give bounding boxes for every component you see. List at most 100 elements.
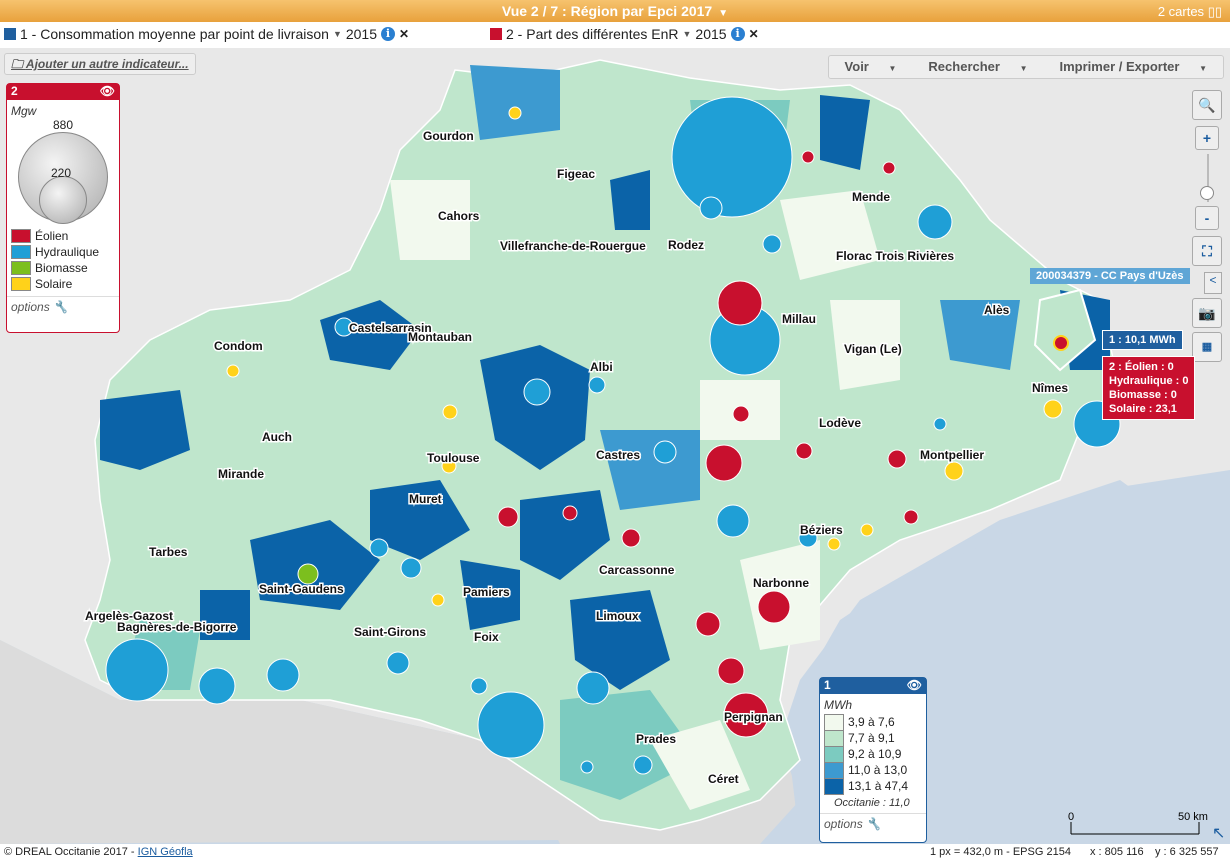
legend-class: 9,2 à 10,9 — [824, 745, 926, 763]
city-label: Cahors — [438, 209, 480, 223]
city-label: Prades — [636, 732, 676, 746]
city-label: Muret — [409, 492, 442, 506]
wrench-icon: 🔧 — [53, 300, 68, 314]
city-label: Montauban — [408, 330, 472, 344]
city-label: Saint-Gaudens — [259, 582, 344, 596]
swatch — [11, 277, 31, 291]
zoom-in-button[interactable]: + — [1195, 126, 1219, 150]
menu-rechercher[interactable]: Rechercher ▼ — [912, 56, 1043, 78]
legend-item: Solaire — [11, 276, 119, 292]
eye-icon[interactable]: 👁 — [100, 84, 115, 98]
y-coordinate: y : 6 325 557 — [1155, 846, 1219, 858]
city-label: Mirande — [218, 467, 264, 481]
view-selector[interactable]: Vue 2 / 7 : Région par Epci 2017 ▼ — [0, 3, 1230, 19]
chevron-down-icon[interactable]: ▼ — [718, 8, 728, 19]
ign-link[interactable]: IGN Géofla — [138, 846, 193, 858]
close-icon[interactable]: ✕ — [399, 27, 409, 41]
info-icon[interactable]: i — [730, 27, 745, 41]
city-label: Alès — [984, 303, 1010, 317]
legend-2-options[interactable]: options 🔧 — [7, 296, 119, 317]
indicator-2-year[interactable]: 2015 — [695, 26, 726, 42]
city-label: Vigan (Le) — [844, 342, 902, 356]
size-legend: 880 220 — [7, 118, 119, 228]
legend-class: 11,0 à 13,0 — [824, 761, 926, 779]
city-label: Auch — [262, 430, 292, 444]
city-label: Perpignan — [724, 710, 783, 724]
city-label: Limoux — [596, 609, 639, 623]
city-label: Castres — [596, 448, 640, 462]
fullscreen-icon[interactable]: ⛶ — [1192, 236, 1222, 266]
class-legend: 3,9 à 7,6 7,7 à 9,1 9,2 à 10,9 11,0 à 13… — [820, 713, 926, 795]
swatch — [11, 245, 31, 259]
city-label: Carcassonne — [599, 563, 675, 577]
legend-1-reference: Occitanie : 11,0 — [834, 797, 910, 809]
chevron-down-icon[interactable]: ▼ — [683, 29, 692, 39]
zoom-box-icon[interactable]: 🔍 — [1192, 90, 1222, 120]
legend-class: 3,9 à 7,6 — [824, 713, 926, 731]
city-label: Tarbes — [149, 545, 188, 559]
swatch — [11, 229, 31, 243]
menu-imprimer-exporter[interactable]: Imprimer / Exporter ▼ — [1044, 56, 1223, 78]
indicator-1[interactable]: 1 - Consommation moyenne par point de li… — [4, 26, 409, 42]
view-title-bar[interactable]: Vue 2 / 7 : Région par Epci 2017 ▼ 2 cart… — [0, 0, 1230, 22]
collapse-left-icon[interactable]: < — [1204, 272, 1222, 294]
city-label: Béziers — [800, 523, 843, 537]
swatch — [824, 777, 844, 795]
scale-zero: 0 — [1068, 811, 1074, 823]
legend-item: Hydraulique — [11, 244, 119, 260]
layers-icon[interactable]: ▦ — [1192, 332, 1222, 362]
cards-count[interactable]: 2 cartes ▯▯ — [1158, 4, 1222, 20]
size-low-label: 220 — [51, 166, 72, 180]
view-title: Vue 2 / 7 : Région par Epci 2017 — [501, 3, 713, 19]
map-canvas[interactable]: Gourdon Figeac Cahors Villefranche-de-Ro… — [0, 48, 1230, 844]
legend-item: Éolien — [11, 228, 119, 244]
x-coordinate: x : 805 116 — [1090, 846, 1144, 858]
city-label: Saint-Girons — [354, 625, 426, 639]
tooltip-indicator-2: 2 : Éolien : 0 Hydraulique : 0 Biomasse … — [1102, 356, 1196, 420]
indicator-bar: 1 - Consommation moyenne par point de li… — [0, 22, 1230, 49]
zoom-slider-handle[interactable] — [1200, 186, 1214, 200]
legend-class: 7,7 à 9,1 — [824, 729, 926, 747]
status-footer: © DREAL Occitanie 2017 - IGN Géofla 1 px… — [0, 844, 1230, 860]
city-label: Florac Trois Rivières — [836, 249, 954, 263]
swatch — [824, 745, 844, 763]
city-label: Lodève — [819, 416, 861, 430]
menu-voir[interactable]: Voir ▼ — [829, 56, 913, 78]
indicator-1-swatch — [4, 28, 16, 40]
add-indicator-button[interactable]: 🗀 Ajouter un autre indicateur... — [4, 53, 196, 75]
eye-icon[interactable]: 👁 — [907, 678, 922, 692]
city-label: Gourdon — [423, 129, 474, 143]
chevron-down-icon[interactable]: ▼ — [333, 29, 342, 39]
city-label: Albi — [590, 360, 613, 374]
size-circle-small — [39, 176, 87, 224]
epci-tooltip-title: 200034379 - CC Pays d'Uzès — [1030, 268, 1190, 284]
city-label: Villefranche-de-Rouergue — [500, 239, 646, 253]
legend-item: Biomasse — [11, 260, 119, 276]
zoom-out-button[interactable]: - — [1195, 206, 1219, 230]
legend-1-unit: MWh — [824, 698, 852, 712]
camera-icon[interactable]: 📷 — [1192, 298, 1222, 328]
swatch — [824, 761, 844, 779]
city-label: Céret — [708, 772, 739, 786]
indicator-1-label: 1 - Consommation moyenne par point de li… — [20, 26, 329, 42]
legend-1-options[interactable]: options 🔧 — [820, 813, 926, 834]
top-menu: Voir ▼ Rechercher ▼ Imprimer / Exporter … — [827, 55, 1224, 79]
close-icon[interactable]: ✕ — [749, 27, 759, 41]
folder-icon: 🗀 — [11, 57, 24, 71]
size-high-label: 880 — [53, 118, 74, 132]
legend-indicator-1: 1 👁 MWh 3,9 à 7,6 7,7 à 9,1 9,2 à 10,9 11… — [819, 677, 927, 843]
wrench-icon: 🔧 — [866, 817, 881, 831]
energy-legend: Éolien Hydraulique Biomasse Solaire — [7, 228, 119, 292]
cards-icon: ▯▯ — [1207, 4, 1222, 19]
info-icon[interactable]: i — [381, 27, 396, 41]
city-label: Toulouse — [427, 451, 480, 465]
legend-2-number: 2 — [11, 84, 18, 98]
city-label: Montpellier — [920, 448, 984, 462]
indicator-1-year[interactable]: 2015 — [346, 26, 377, 42]
map-svg[interactable]: Gourdon Figeac Cahors Villefranche-de-Ro… — [0, 48, 1230, 844]
indicator-2[interactable]: 2 - Part des différentes EnR ▼ 2015 i ✕ — [490, 26, 759, 42]
resize-arrow-icon[interactable]: ↖ — [1212, 823, 1225, 842]
scale-end: 50 km — [1178, 811, 1208, 823]
city-label: Bagnères-de-Bigorre — [117, 620, 237, 634]
city-label: Pamiers — [463, 585, 510, 599]
